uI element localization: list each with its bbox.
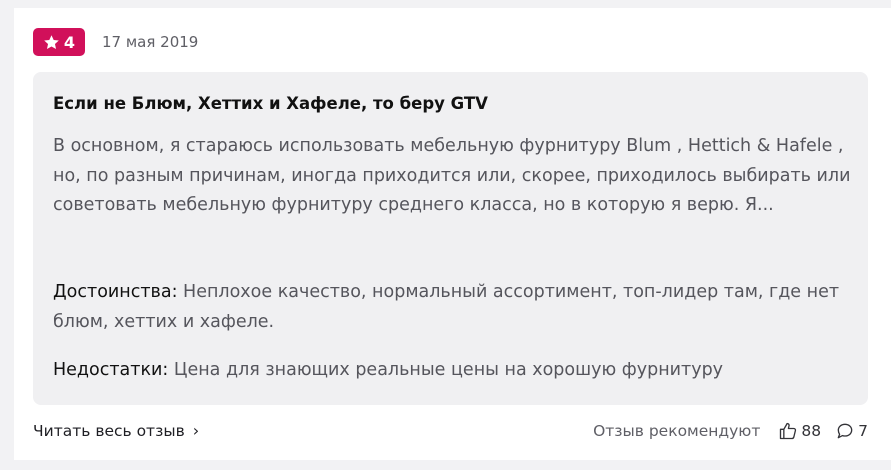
review-body: В основном, я стараюсь использовать мебе…: [53, 136, 851, 215]
star-icon: [44, 34, 59, 49]
comment-icon: [837, 423, 853, 439]
pros-label: Достоинства:: [53, 282, 178, 302]
rating-badge: 4: [33, 28, 85, 56]
review-header: 4 17 мая 2019: [33, 28, 198, 56]
recommend-label: Отзыв рекомендуют: [593, 422, 761, 440]
review-content[interactable]: Если не Блюм, Хеттих и Хафеле, то беру G…: [33, 72, 868, 405]
comments-button[interactable]: 7: [835, 421, 868, 441]
review-cons: Недостатки: Цена для знающих реальные це…: [53, 356, 853, 386]
review-pros: Достоинства: Неплохое качество, нормальн…: [53, 278, 853, 337]
read-more-link[interactable]: Читать весь отзыв ›: [33, 422, 199, 440]
cons-text: Цена для знающих реальные цены на хорошу…: [173, 360, 724, 380]
review-card: 4 17 мая 2019 Если не Блюм, Хеттих и Хаф…: [14, 8, 891, 460]
comments-count: 7: [858, 422, 868, 440]
cons-label: Недостатки:: [53, 360, 169, 380]
likes-count: 88: [801, 422, 822, 440]
read-more-label: Читать весь отзыв: [33, 422, 185, 440]
review-actions: Отзыв рекомендуют 88 7: [593, 421, 868, 441]
rating-value: 4: [63, 32, 76, 52]
review-footer: Читать весь отзыв › Отзыв рекомендуют 88…: [33, 418, 868, 444]
thumbs-up-icon: [780, 422, 797, 440]
chevron-right-icon: ›: [192, 421, 200, 440]
review-title[interactable]: Если не Блюм, Хеттих и Хафеле, то беру G…: [53, 94, 488, 113]
like-button[interactable]: 88: [778, 421, 821, 441]
review-date: 17 мая 2019: [102, 33, 199, 51]
